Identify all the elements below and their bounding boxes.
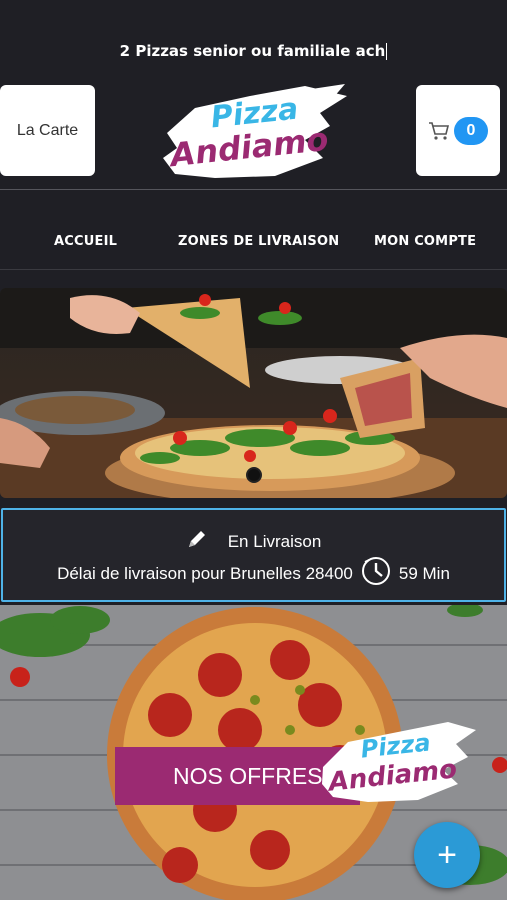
offers-logo: Pizza Andiamo xyxy=(318,712,478,807)
clock-icon xyxy=(359,556,393,591)
delivery-mode: En Livraison xyxy=(227,531,322,551)
delivery-delay-text: Délai de livraison pour Brunelles 28400 xyxy=(57,563,353,583)
pencil-icon[interactable] xyxy=(186,528,208,555)
menu-button-label: La Carte xyxy=(16,121,79,139)
promo-text: 2 Pizzas senior ou familiale ach xyxy=(119,42,388,60)
nav-accueil[interactable]: ACCUEIL xyxy=(54,234,117,249)
promo-banner[interactable]: 2 Pizzas senior ou familiale ach xyxy=(0,0,507,80)
text-caret xyxy=(386,43,388,60)
main-nav: ACCUEIL ZONES DE LIVRAISON MON COMPTE xyxy=(0,190,507,270)
delivery-time: 59 Min xyxy=(398,563,450,583)
add-button[interactable]: + xyxy=(414,822,480,888)
nav-zones-livraison[interactable]: ZONES DE LIVRAISON xyxy=(178,234,339,249)
plus-icon: + xyxy=(437,835,457,874)
nav-mon-compte[interactable]: MON COMPTE xyxy=(374,234,476,249)
menu-button[interactable]: La Carte xyxy=(0,85,95,176)
cart-button[interactable]: 0 xyxy=(416,85,500,176)
logo[interactable]: Pizza Andiamo xyxy=(155,78,350,188)
cart-count-badge: 0 xyxy=(454,116,488,145)
delivery-info-panel[interactable]: En Livraison Délai de livraison pour Bru… xyxy=(1,508,506,602)
offers-label-text: NOS OFFRES xyxy=(173,762,323,789)
cart-icon xyxy=(428,121,450,141)
carousel-indicator[interactable] xyxy=(246,467,262,483)
